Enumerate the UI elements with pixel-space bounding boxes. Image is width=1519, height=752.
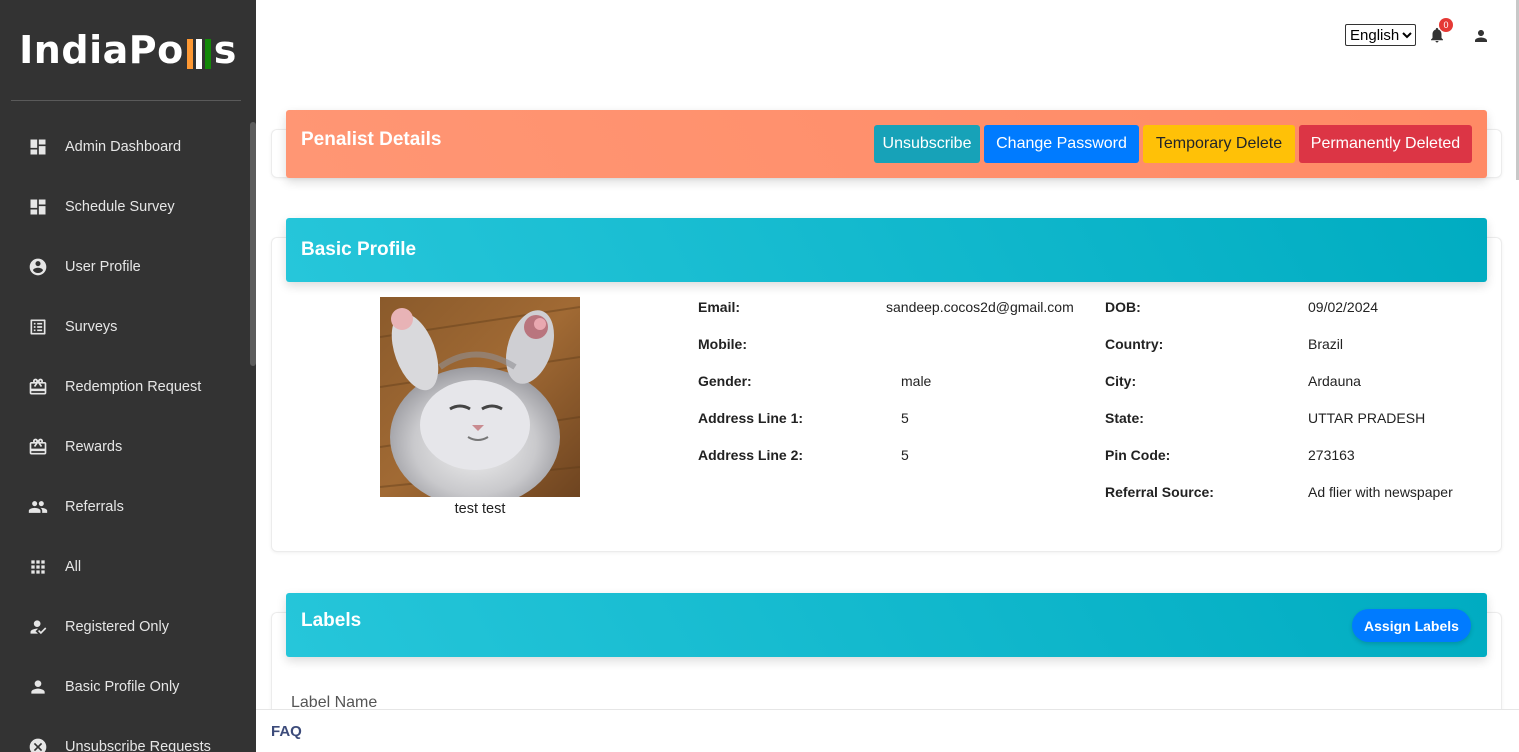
card-giftcard-icon bbox=[28, 377, 48, 397]
referral-source-value: Ad flier with newspaper bbox=[1308, 484, 1453, 500]
country-label: Country: bbox=[1105, 336, 1164, 352]
sidebar-item-label: Basic Profile Only bbox=[65, 679, 180, 695]
city-label: City: bbox=[1105, 373, 1137, 389]
sidebar-item-surveys[interactable]: Surveys bbox=[0, 297, 256, 357]
account-button[interactable] bbox=[1472, 27, 1490, 45]
sidebar-item-label: Registered Only bbox=[65, 619, 169, 635]
logo-text-suffix: s bbox=[213, 28, 237, 72]
person-icon bbox=[1475, 30, 1487, 42]
sidebar-item-referrals[interactable]: Referrals bbox=[0, 477, 256, 537]
card-giftcard-icon bbox=[28, 437, 48, 457]
logo[interactable]: IndiaPo s bbox=[0, 0, 256, 100]
sidebar-item-admin-dashboard[interactable]: Admin Dashboard bbox=[0, 117, 256, 177]
penalist-title: Penalist Details bbox=[301, 129, 442, 150]
sidebar-item-label: Surveys bbox=[65, 319, 118, 335]
pin-code-label: Pin Code: bbox=[1105, 447, 1171, 463]
address-line-1-label: Address Line 1: bbox=[698, 410, 804, 426]
how-to-reg-icon bbox=[28, 617, 48, 637]
chevron-down-icon bbox=[1402, 32, 1412, 39]
faq-link[interactable]: FAQ bbox=[271, 723, 302, 740]
sidebar-item-label: Unsubscribe Requests bbox=[65, 739, 211, 752]
sidebar-item-unsubscribe-requests[interactable]: Unsubscribe Requests bbox=[0, 717, 256, 752]
cancel-icon bbox=[28, 737, 48, 752]
permanently-deleted-button[interactable]: Permanently Deleted bbox=[1299, 125, 1472, 163]
notification-count-badge: 0 bbox=[1439, 18, 1453, 32]
state-label: State: bbox=[1105, 410, 1144, 426]
person-icon bbox=[28, 677, 48, 697]
referral-source-label: Referral Source: bbox=[1105, 484, 1214, 500]
sidebar-item-label: Schedule Survey bbox=[65, 199, 175, 215]
dob-label: DOB: bbox=[1105, 299, 1141, 315]
logo-text-prefix: IndiaPo bbox=[19, 28, 184, 72]
email-value: sandeep.cocos2d@gmail.com bbox=[886, 299, 1074, 315]
sidebar-item-label: Rewards bbox=[65, 439, 123, 455]
dob-value: 09/02/2024 bbox=[1308, 299, 1379, 315]
sidebar-item-label: User Profile bbox=[65, 259, 141, 275]
sidebar: IndiaPo s Admin Dashboard Schedule Survey… bbox=[0, 0, 256, 752]
dashboard-icon bbox=[28, 197, 48, 217]
sidebar-item-label: Referrals bbox=[65, 499, 124, 515]
sidebar-item-label: Redemption Request bbox=[65, 379, 202, 395]
basic-profile-title: Basic Profile bbox=[301, 239, 417, 260]
address-line-1-value: 5 bbox=[901, 410, 909, 426]
sidebar-item-rewards[interactable]: Rewards bbox=[0, 417, 256, 477]
sidebar-divider bbox=[11, 100, 241, 101]
change-password-button[interactable]: Change Password bbox=[984, 125, 1139, 163]
city-value: Ardauna bbox=[1308, 373, 1361, 389]
assign-labels-button[interactable]: Assign Labels bbox=[1352, 609, 1471, 642]
sidebar-item-basic-profile-only[interactable]: Basic Profile Only bbox=[0, 657, 256, 717]
footer: FAQ bbox=[256, 709, 1519, 752]
logo-flag-bars bbox=[186, 38, 211, 72]
language-select-value: English bbox=[1350, 26, 1400, 44]
sidebar-item-user-profile[interactable]: User Profile bbox=[0, 237, 256, 297]
sidebar-item-redemption-request[interactable]: Redemption Request bbox=[0, 357, 256, 417]
gender-label: Gender: bbox=[698, 373, 752, 389]
list-alt-icon bbox=[28, 317, 48, 337]
pin-code-value: 273163 bbox=[1308, 447, 1355, 463]
sidebar-nav: Admin Dashboard Schedule Survey User Profi… bbox=[0, 117, 256, 752]
mobile-label: Mobile: bbox=[698, 336, 747, 352]
address-line-2-value: 5 bbox=[901, 447, 909, 463]
sidebar-item-label: Admin Dashboard bbox=[65, 139, 182, 155]
sidebar-item-registered-only[interactable]: Registered Only bbox=[0, 597, 256, 657]
country-value: Brazil bbox=[1308, 336, 1344, 352]
sidebar-item-label: All bbox=[65, 559, 82, 575]
email-label: Email: bbox=[698, 299, 741, 315]
sidebar-scrollbar[interactable] bbox=[250, 122, 256, 366]
unsubscribe-button[interactable]: Unsubscribe bbox=[874, 125, 980, 163]
gender-value: male bbox=[901, 373, 932, 389]
state-value: UTTAR PRADESH bbox=[1308, 410, 1426, 426]
temporary-delete-button[interactable]: Temporary Delete bbox=[1143, 125, 1295, 163]
labels-card-header: Labels bbox=[286, 593, 1487, 657]
language-select[interactable]: English bbox=[1345, 24, 1416, 46]
address-line-2-label: Address Line 2: bbox=[698, 447, 804, 463]
dashboard-icon bbox=[28, 137, 48, 157]
sidebar-item-schedule-survey[interactable]: Schedule Survey bbox=[0, 177, 256, 237]
profile-name: test test bbox=[454, 501, 506, 517]
apps-icon bbox=[28, 557, 48, 577]
basic-profile-header: Basic Profile bbox=[286, 218, 1487, 282]
labels-title: Labels bbox=[301, 610, 362, 631]
sidebar-item-all[interactable]: All bbox=[0, 537, 256, 597]
account-circle-icon bbox=[28, 257, 48, 277]
people-icon bbox=[28, 497, 48, 517]
profile-photo bbox=[380, 297, 580, 497]
